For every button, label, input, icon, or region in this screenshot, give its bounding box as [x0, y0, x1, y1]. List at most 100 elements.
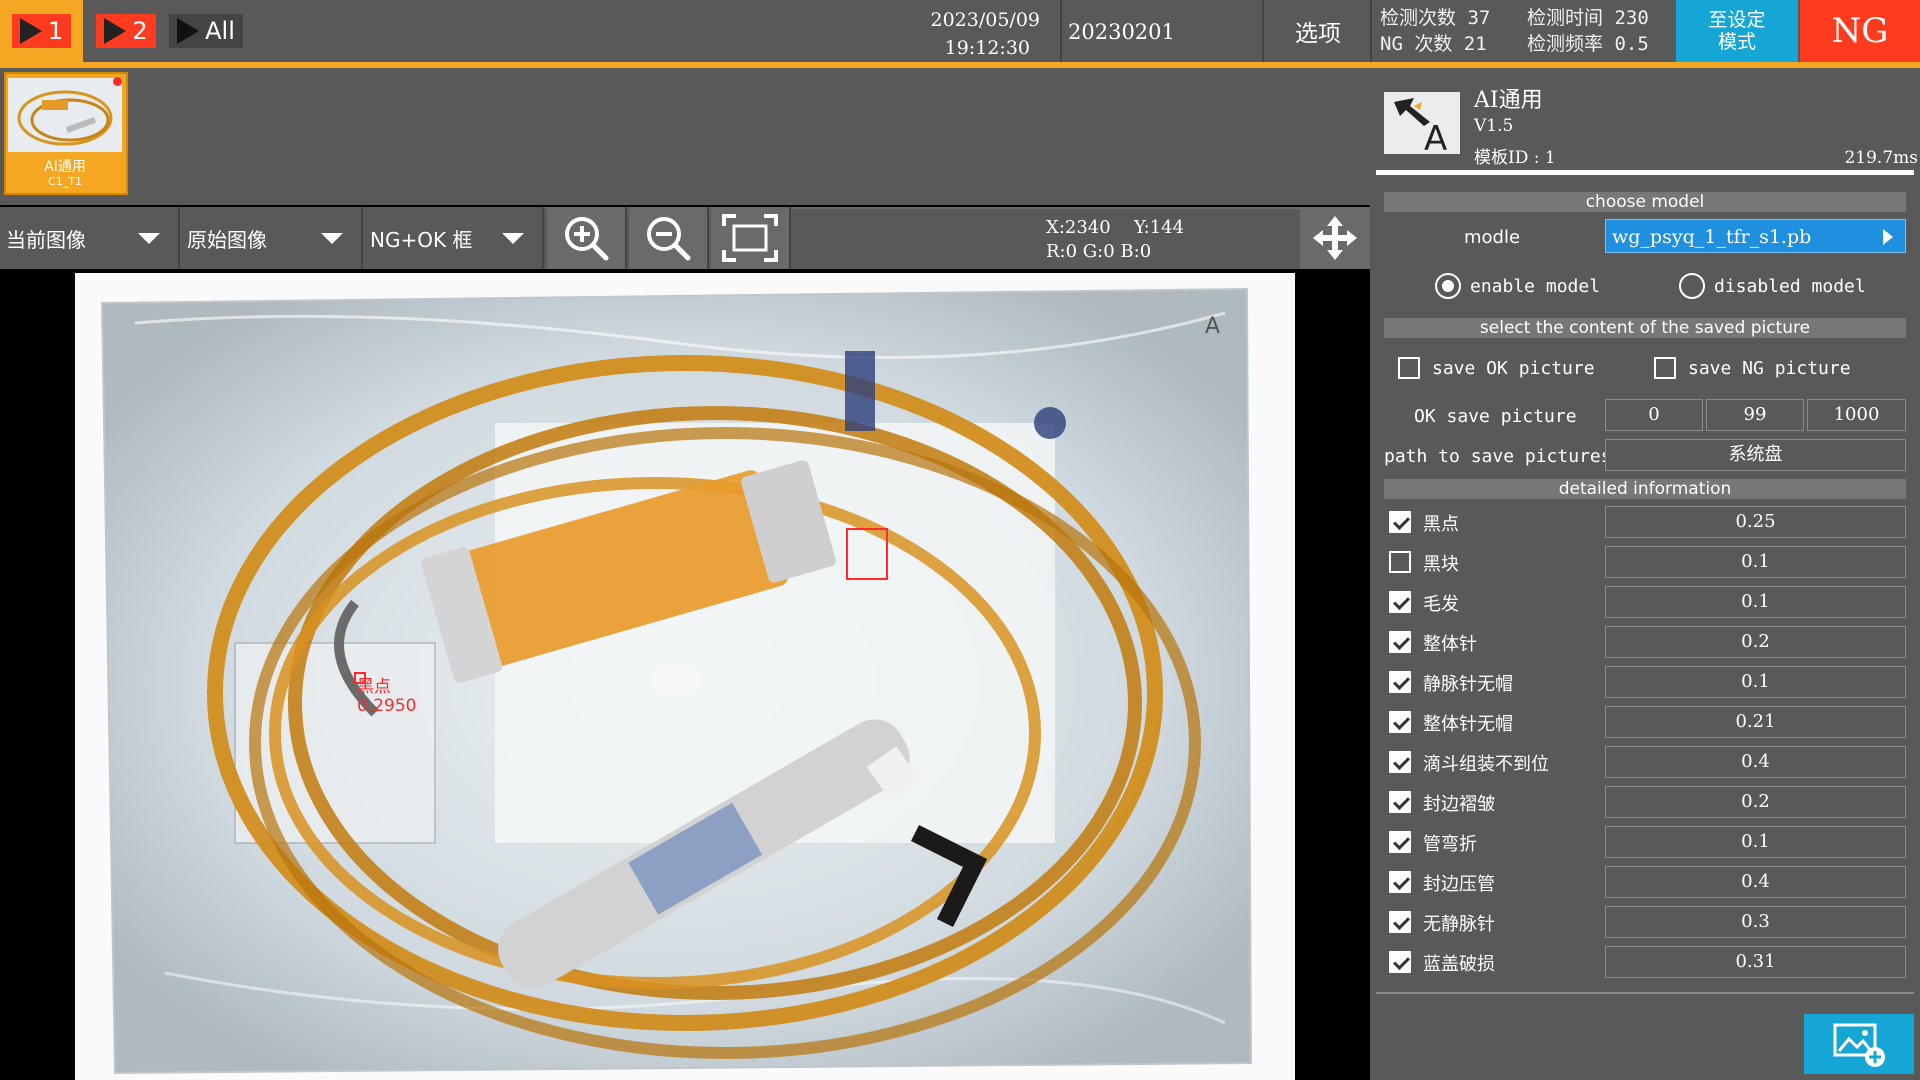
current-image-dropdown-label: 当前图像: [6, 227, 86, 252]
ok-save-picture-label: OK save picture: [1414, 406, 1577, 427]
detail-checkbox-5[interactable]: [1389, 711, 1411, 733]
disable-model-label: disabled model: [1714, 276, 1866, 297]
detail-name-10: 无静脉针: [1423, 914, 1495, 935]
detect-time: 检测时间 230: [1527, 7, 1649, 29]
section-save-content: select the content of the saved picture: [1384, 318, 1906, 338]
chevron-down-icon: [321, 233, 343, 244]
save-ok-checkbox[interactable]: [1398, 357, 1420, 379]
ok-save-input-1[interactable]: 0: [1605, 399, 1703, 431]
enable-model-label: enable model: [1470, 276, 1601, 297]
header-divider: [1376, 170, 1914, 175]
zoom-in-icon: [565, 217, 609, 261]
detail-threshold-8[interactable]: 0.1: [1605, 826, 1906, 858]
detail-checkbox-3[interactable]: [1389, 631, 1411, 653]
save-ng-checkbox[interactable]: [1654, 357, 1676, 379]
move-arrows-icon: [1313, 216, 1357, 260]
enable-model-radio[interactable]: [1435, 273, 1461, 299]
settings-mode-button[interactable]: 至设定模式: [1676, 0, 1798, 62]
thumbnail-image: [8, 78, 122, 152]
detail-threshold-2[interactable]: 0.1: [1605, 586, 1906, 618]
detail-threshold-9[interactable]: 0.4: [1605, 866, 1906, 898]
ok-save-input-3[interactable]: 1000: [1807, 399, 1906, 431]
options-button[interactable]: 选项: [1266, 0, 1370, 62]
detail-threshold-1[interactable]: 0.1: [1605, 546, 1906, 578]
result-ng-indicator: NG: [1800, 0, 1920, 62]
detail-name-6: 滴斗组装不到位: [1423, 754, 1549, 775]
time-text: 19:12:30: [944, 37, 1030, 59]
play-icon: [177, 18, 200, 44]
add-image-button[interactable]: [1804, 1014, 1914, 1074]
detail-checkbox-11[interactable]: [1389, 951, 1411, 973]
box-filter-dropdown-label: NG+OK 框: [370, 227, 473, 252]
detail-threshold-6[interactable]: 0.4: [1605, 746, 1906, 778]
camera-tab-all[interactable]: All: [167, 0, 245, 62]
elapsed-time: 219.7ms: [1844, 148, 1918, 168]
chevron-down-icon: [502, 233, 524, 244]
detail-checkbox-8[interactable]: [1389, 831, 1411, 853]
detail-checkbox-10[interactable]: [1389, 911, 1411, 933]
camera-tab-all-label: All: [205, 17, 235, 45]
model-label: modle: [1464, 227, 1521, 248]
camera-tab-1[interactable]: 1: [0, 0, 83, 62]
detail-threshold-10[interactable]: 0.3: [1605, 906, 1906, 938]
thumbnail-alert-dot: [113, 77, 122, 86]
play-icon: [104, 18, 127, 44]
detail-checkbox-2[interactable]: [1389, 591, 1411, 613]
camera-tab-2[interactable]: 2: [85, 0, 167, 62]
pixel-rgb: R:0 G:0 B:0: [1046, 241, 1152, 262]
ai-module-icon: A: [1384, 92, 1460, 159]
ok-save-input-2[interactable]: 99: [1706, 399, 1804, 431]
detail-name-3: 整体针: [1423, 634, 1477, 655]
detail-threshold-0[interactable]: 0.25: [1605, 506, 1906, 538]
pan-button[interactable]: [1300, 207, 1370, 269]
detail-name-0: 黑点: [1423, 514, 1459, 535]
save-ng-label: save NG picture: [1688, 358, 1851, 379]
detail-checkbox-1[interactable]: [1389, 551, 1411, 573]
save-path-field[interactable]: 系统盘: [1605, 439, 1906, 471]
svg-text:A: A: [1424, 119, 1447, 154]
camera-tab-1-label: 1: [47, 17, 64, 45]
box-filter-dropdown[interactable]: NG+OK 框: [364, 207, 544, 269]
fit-screen-icon: [722, 214, 778, 262]
settings-mode-label: 至设定模式: [1708, 9, 1766, 53]
detail-threshold-11[interactable]: 0.31: [1605, 946, 1906, 978]
section-choose-model: choose model: [1384, 192, 1906, 212]
detail-checkbox-0[interactable]: [1389, 511, 1411, 533]
section-detailed-info: detailed information: [1384, 479, 1906, 499]
camera-tab-2-label: 2: [132, 17, 148, 45]
ng-count: NG 次数 21: [1380, 33, 1487, 55]
detect-count: 检测次数 37: [1380, 7, 1491, 29]
inspection-image: A: [75, 273, 1295, 1080]
detail-threshold-5[interactable]: 0.21: [1605, 706, 1906, 738]
panel-title: AI通用: [1474, 88, 1543, 113]
detail-threshold-4[interactable]: 0.1: [1605, 666, 1906, 698]
current-image-dropdown[interactable]: 当前图像: [0, 207, 180, 269]
model-select[interactable]: wg_psyq_1_tfr_s1.pb: [1605, 219, 1906, 253]
zoom-out-icon: [647, 217, 691, 261]
detail-checkbox-9[interactable]: [1389, 871, 1411, 893]
fit-to-window-button[interactable]: [711, 207, 791, 269]
cursor-x: X:2340: [1046, 217, 1111, 238]
detail-checkbox-6[interactable]: [1389, 751, 1411, 773]
detail-name-9: 封边压管: [1423, 874, 1495, 895]
detail-name-1: 黑块: [1423, 554, 1459, 575]
template-id: 模板ID : 1: [1474, 148, 1556, 168]
thumbnail-label: AI通用: [44, 159, 86, 175]
add-image-icon: [1833, 1023, 1885, 1067]
thumbnail-sublabel: C1_T1: [48, 175, 82, 188]
detail-threshold-7[interactable]: 0.2: [1605, 786, 1906, 818]
detail-threshold-3[interactable]: 0.2: [1605, 626, 1906, 658]
zoom-out-button[interactable]: [629, 207, 709, 269]
disable-model-radio[interactable]: [1679, 273, 1705, 299]
batch-number: 20230201: [1068, 20, 1175, 44]
detail-checkbox-7[interactable]: [1389, 791, 1411, 813]
zoom-in-button[interactable]: [547, 207, 627, 269]
detail-name-7: 封边褶皱: [1423, 794, 1495, 815]
defect-score: 0.2950: [357, 696, 417, 716]
date-text: 2023/05/09: [930, 9, 1040, 31]
cursor-y: Y:144: [1134, 217, 1185, 238]
detail-name-4: 静脉针无帽: [1423, 674, 1513, 695]
detail-checkbox-4[interactable]: [1389, 671, 1411, 693]
defect-label: 黑点: [357, 677, 391, 697]
original-image-dropdown[interactable]: 原始图像: [181, 207, 363, 269]
